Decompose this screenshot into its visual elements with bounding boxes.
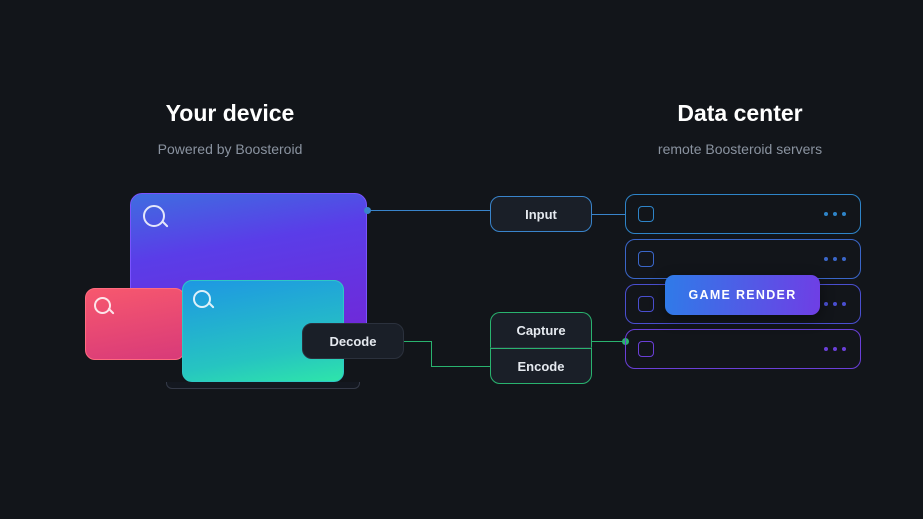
server-leds-icon (824, 302, 846, 306)
device-subtitle: Powered by Boosteroid (110, 141, 350, 157)
server-slot-icon (638, 251, 654, 267)
search-icon (94, 297, 111, 314)
input-line (367, 210, 490, 211)
device-title: Your device (110, 100, 350, 127)
server-slot-icon (638, 206, 654, 222)
capture-label: Capture (490, 312, 592, 348)
server-slot-icon (638, 296, 654, 312)
server-unit (625, 194, 861, 234)
search-icon (143, 205, 165, 227)
datacenter-title: Data center (620, 100, 860, 127)
laptop-base (166, 382, 360, 389)
server-unit (625, 329, 861, 369)
server-leds-icon (824, 347, 846, 351)
server-leds-icon (824, 212, 846, 216)
server-leds-icon (824, 257, 846, 261)
decode-line (404, 341, 431, 342)
server-slot-icon (638, 341, 654, 357)
datacenter-subtitle: remote Boosteroid servers (620, 141, 860, 157)
datacenter-column-header: Data center remote Boosteroid servers (620, 100, 860, 157)
input-line-to-server (592, 214, 625, 215)
search-icon (193, 290, 211, 308)
device-column-header: Your device Powered by Boosteroid (110, 100, 350, 157)
encode-line (431, 366, 490, 367)
input-label: Input (490, 196, 592, 232)
decode-label: Decode (302, 323, 404, 359)
decode-line-vertical (431, 341, 432, 366)
server-return-line (592, 341, 625, 342)
encode-label: Encode (490, 348, 592, 384)
tablet-device (85, 288, 185, 360)
server-unit (625, 239, 861, 279)
devices-group (85, 193, 405, 398)
game-render-badge: GAME RENDER (665, 275, 820, 315)
